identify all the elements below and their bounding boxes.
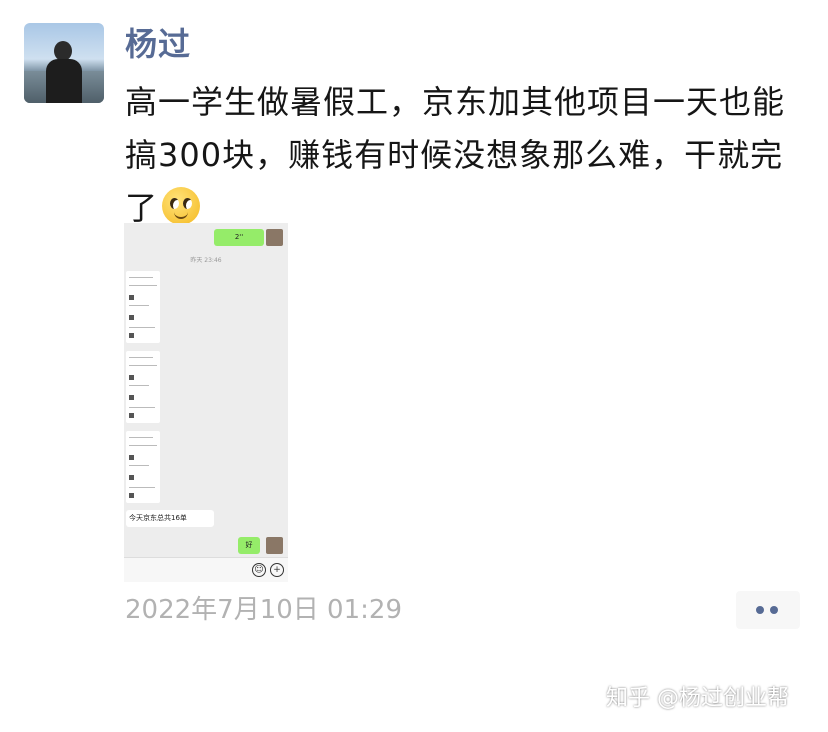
order-card	[126, 431, 160, 503]
plus-icon: +	[270, 563, 284, 577]
order-card	[126, 351, 160, 423]
more-options-button[interactable]	[736, 591, 800, 629]
watermark: 知乎 @杨过创业帮	[606, 686, 789, 711]
post-content: 高一学生做暑假工，京东加其他项目一天也能搞300块，赚钱有时候没想象那么难，干就…	[125, 76, 795, 235]
chat-input-bar: ☺ +	[124, 557, 288, 582]
chat-avatar	[266, 537, 283, 554]
avatar-person-head	[54, 41, 72, 61]
voice-message-bubble: 2''	[214, 229, 264, 246]
avatar-person-body	[46, 59, 82, 103]
author-avatar[interactable]	[24, 23, 104, 103]
post-text: 高一学生做暑假工，京东加其他项目一天也能搞300块，赚钱有时候没想象那么难，干就…	[125, 83, 786, 227]
post-timestamp: 2022年7月10日 01:29	[125, 595, 402, 625]
more-dot-icon	[756, 606, 764, 614]
reply-message-bubble: 好	[238, 537, 260, 554]
author-name[interactable]: 杨过	[125, 24, 191, 64]
more-dot-icon	[770, 606, 778, 614]
chat-time-label: 昨天 23:46	[190, 257, 222, 264]
order-card	[126, 271, 160, 343]
attached-image[interactable]: 2'' 昨天 23:46 今天京东总共16单 好 ☺ +	[124, 223, 288, 582]
summary-message-bubble: 今天京东总共16单	[126, 510, 214, 527]
emoji-icon: ☺	[252, 563, 266, 577]
chat-avatar	[266, 229, 283, 246]
smile-emoji-icon	[162, 187, 201, 225]
